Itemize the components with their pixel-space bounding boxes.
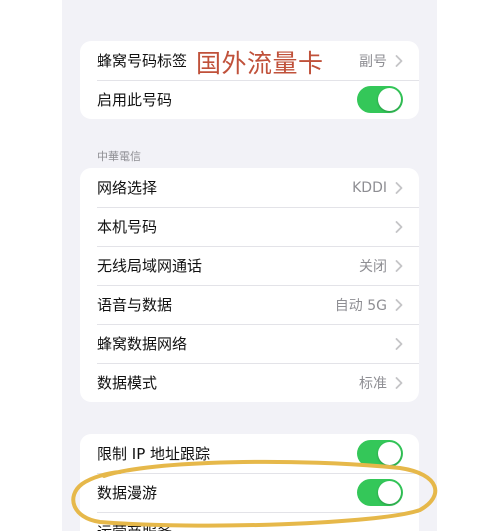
chevron-right-icon	[395, 337, 403, 350]
chevron-right-icon	[395, 376, 403, 389]
chevron-right-icon	[395, 54, 403, 67]
cellular-data-network-label: 蜂窝数据网络	[97, 335, 188, 353]
my-number-row[interactable]: 本机号码	[80, 207, 419, 246]
annotation-label: 国外流量卡	[196, 49, 324, 78]
my-number-label: 本机号码	[97, 218, 158, 236]
carrier-services-row[interactable]: 运营商服务	[80, 512, 419, 531]
wifi-calling-row[interactable]: 无线局域网通话 关闭	[80, 246, 419, 285]
network-selection-label: 网络选择	[97, 179, 158, 197]
carrier-settings-group: 网络选择 KDDI 本机号码 无线局域网通话 关闭 语音与数据 自动 5G 蜂窝…	[80, 168, 419, 402]
voice-data-row[interactable]: 语音与数据 自动 5G	[80, 285, 419, 324]
carrier-services-label: 运营商服务	[97, 521, 403, 531]
chevron-right-icon	[395, 220, 403, 233]
voice-data-label: 语音与数据	[97, 296, 173, 314]
carrier-section-header: 中華電信	[97, 150, 141, 163]
network-selection-value: KDDI	[352, 179, 387, 196]
data-mode-row[interactable]: 数据模式 标准	[80, 363, 419, 402]
data-mode-label: 数据模式	[97, 374, 158, 392]
toggle-knob	[378, 442, 401, 465]
privacy-roaming-group: 限制 IP 地址跟踪 数据漫游 运营商服务	[80, 434, 419, 531]
limit-ip-tracking-label: 限制 IP 地址跟踪	[97, 445, 211, 463]
cellular-plan-label-value: 副号	[359, 53, 387, 70]
network-selection-row[interactable]: 网络选择 KDDI	[80, 168, 419, 207]
wifi-calling-value: 关闭	[359, 258, 387, 275]
cellular-data-network-row[interactable]: 蜂窝数据网络	[80, 324, 419, 363]
toggle-knob	[378, 88, 401, 111]
voice-data-value: 自动 5G	[334, 297, 387, 314]
toggle-knob	[378, 481, 401, 504]
enable-number-toggle[interactable]	[357, 86, 403, 113]
data-roaming-label: 数据漫游	[97, 484, 158, 502]
data-mode-value: 标准	[359, 375, 387, 392]
data-roaming-toggle[interactable]	[357, 479, 403, 506]
enable-number-row: 启用此号码	[80, 80, 419, 119]
chevron-right-icon	[395, 181, 403, 194]
data-roaming-row: 数据漫游	[80, 473, 419, 512]
chevron-right-icon	[395, 259, 403, 272]
enable-number-label: 启用此号码	[97, 91, 173, 109]
limit-ip-tracking-row: 限制 IP 地址跟踪	[80, 434, 419, 473]
wifi-calling-label: 无线局域网通话	[97, 257, 203, 275]
limit-ip-tracking-toggle[interactable]	[357, 440, 403, 467]
chevron-right-icon	[395, 298, 403, 311]
